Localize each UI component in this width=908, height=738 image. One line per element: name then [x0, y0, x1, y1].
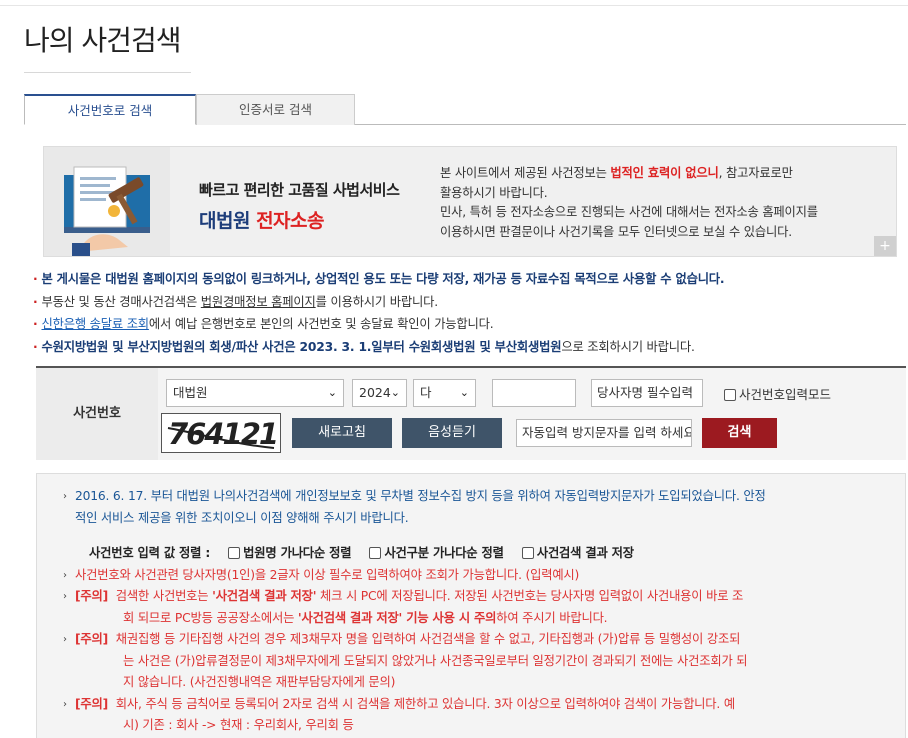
search-guide-content: › 2016. 6. 17. 부터 대법원 나의사건검색에 개인정보보호 및 무…: [63, 486, 875, 737]
guide-text: 적인 서비스 제공을 위한 조치이오니 이점 양해해 주시기 바랍니다.: [75, 510, 409, 525]
arrow-icon: ›: [63, 569, 67, 581]
notice-text: 민사, 특허 등 전자소송으로 진행되는 사건에 대해서는 전자소송 홈페이지를: [440, 205, 818, 219]
notice-text: , 참고자료로만: [718, 166, 793, 180]
notice-item: · 본 게시물은 대법원 홈페이지의 동의없이 링크하거나, 상업적인 용도 또는…: [33, 268, 903, 291]
sort-options: 사건번호 입력 값 정렬 : 법원명 가나다순 정렬 사건구분 가나다순 정렬 …: [75, 543, 875, 565]
banner-brand: 빠르고 편리한 고품질 사법서비스 대법원 전자소송: [199, 179, 400, 233]
guide-text: 2016. 6. 17. 부터 대법원 나의사건검색에 개인정보보호 및 무차별…: [75, 489, 766, 503]
captcha-refresh-button[interactable]: 새로고침: [292, 418, 392, 448]
notice-text: 에서 예납 은행번호로 본인의 사건번호 및 송달료 확인이 가능합니다.: [148, 317, 494, 331]
guide-text: 회 되므로 PC방등 공공장소에서는: [123, 610, 298, 625]
notice-rehab-court: 수원지방법원 및 부산지방법원의 회생/파산 사건은 2023. 3. 1.일부…: [41, 339, 562, 354]
notice-text: 으로 조회하시기 바랍니다.: [561, 339, 695, 354]
guide-text: 하여 주시기 바랍니다.: [496, 610, 608, 625]
captcha-image: 764121: [161, 413, 281, 453]
arrow-icon: ›: [63, 634, 67, 645]
notice-text: 부동산 및 동산 경매사건검색은: [41, 294, 201, 309]
shinhan-fee-link[interactable]: 신한은행 송달료 조회: [41, 317, 149, 331]
search-button[interactable]: 검색: [702, 418, 777, 448]
guide-text: 시) 기존 : 회사 -> 현재 : 우리회사, 우리회 등: [123, 718, 354, 732]
court-select[interactable]: 대법원 ⌄: [166, 379, 344, 407]
chevron-down-icon: ⌄: [327, 386, 337, 399]
checkbox-box[interactable]: [724, 389, 736, 401]
auction-site-link[interactable]: 법원경매정보 홈페이지: [201, 295, 316, 309]
sort-by-case-type-checkbox[interactable]: [369, 547, 382, 559]
captcha-input[interactable]: 자동입력 방지문자를 입력 하세요: [516, 419, 692, 447]
save-results-label: 사건검색 결과 저장: [536, 546, 634, 560]
arrow-icon: ›: [63, 491, 67, 502]
captcha-audio-button[interactable]: 음성듣기: [402, 418, 502, 448]
bullet-icon: ·: [33, 317, 38, 331]
top-divider: [0, 5, 908, 6]
court-select-value: 대법원: [173, 385, 208, 400]
guide-text: 체크 시 PC에 저장됩니다. 저장된 사건번호는 당사자명 입력없이 사건내용…: [316, 589, 744, 603]
notice-item: · 신한은행 송달료 조회에서 예납 은행번호로 본인의 사건번호 및 송달료 확…: [33, 313, 903, 336]
caution-save-results: › [주의] 검색한 사건번호는 '사건검색 결과 저장' 체크 시 PC에 저…: [63, 586, 875, 629]
caution-tag: [주의]: [75, 696, 109, 711]
guide-text: 검색한 사건번호는: [115, 589, 213, 603]
guide-emphasis: '사건검색 결과 저장': [212, 589, 317, 603]
caution-forbidden-words: › [주의] 회사, 주식 등 금칙어로 등록되어 2자로 검색 시 검색을 제…: [63, 694, 875, 737]
sort-by-court-checkbox[interactable]: [228, 547, 241, 559]
guide-text: 지 않습니다. (사건진행내역은 재판부담당자에게 문의): [123, 675, 396, 689]
guide-text: 회사, 주식 등 금칙어로 등록되어 2자로 검색 시 검색을 제한하고 있습니…: [115, 696, 735, 711]
bullet-icon: ·: [33, 339, 38, 354]
manual-entry-mode-label: 사건번호입력모드: [739, 387, 832, 402]
ecourt-banner[interactable]: 빠르고 편리한 고품질 사법서비스 대법원 전자소송 본 사이트에서 제공된 사…: [43, 146, 897, 257]
gavel-document-illustration: [44, 147, 170, 256]
banner-brand-part2: 전자소송: [256, 210, 324, 232]
tab-case-number[interactable]: 사건번호로 검색: [24, 94, 196, 125]
bullet-icon: ·: [33, 272, 38, 286]
party-name-input[interactable]: 당사자명 필수입력: [591, 379, 703, 407]
title-underline: [24, 72, 191, 73]
banner-legal-notice: 본 사이트에서 제공된 사건정보는 법적인 효력이 없으니, 참고자료로만 활용…: [440, 164, 880, 242]
case-search-form: 사건번호 대법원 ⌄ 2024 ⌄ 다 ⌄ 당사자명 필수입력 사건번호입력모드…: [36, 366, 906, 460]
sort-label: 사건번호 입력 값 정렬 :: [89, 546, 211, 560]
caution-garnishment: › [주의] 채권집행 등 기타집행 사건의 경우 제3채무자 명을 입력하여 …: [63, 629, 875, 694]
guide-emphasis: '사건검색 결과 저장' 기능 사용 시 주의: [297, 610, 497, 625]
page-title: 나의 사건검색: [24, 24, 181, 57]
banner-brand-part1: 대법원: [199, 210, 250, 232]
case-number-label: 사건번호: [36, 368, 158, 460]
case-type-select-value: 다: [420, 385, 432, 400]
guide-text: 채권집행 등 기타집행 사건의 경우 제3채무자 명을 입력하여 사건검색을 할…: [115, 632, 741, 646]
case-number-input[interactable]: [492, 379, 576, 407]
bullet-icon: ·: [33, 294, 38, 309]
notice-copyright: 본 게시물은 대법원 홈페이지의 동의없이 링크하거나, 상업적인 용도 또는 …: [41, 272, 725, 286]
manual-entry-mode-checkbox[interactable]: 사건번호입력모드: [724, 384, 831, 403]
notice-text: 본 사이트에서 제공된 사건정보는: [440, 166, 611, 180]
notice-item: · 수원지방법원 및 부산지방법원의 회생/파산 사건은 2023. 3. 1.일…: [33, 336, 903, 359]
caution-tag: [주의]: [75, 632, 109, 646]
search-tabs: 사건번호로 검색 인증서로 검색: [24, 94, 906, 125]
banner-tagline: 빠르고 편리한 고품질 사법서비스: [199, 181, 400, 199]
notice-list: · 본 게시물은 대법원 홈페이지의 동의없이 링크하거나, 상업적인 용도 또는…: [33, 268, 903, 358]
guide-text: 는 사건은 (가)압류결정문이 제3채무자에게 도달되지 않았거나 사건종국일로…: [123, 653, 748, 668]
banner-service-name: 대법원 전자소송: [199, 206, 399, 233]
notice-text: 이용하시면 판결문이나 사건기록을 모두 인터넷으로 보실 수 있습니다.: [440, 224, 792, 239]
notice-text: 활용하시기 바랍니다.: [440, 185, 548, 200]
guide-text: 사건번호와 사건관련 당사자명(1인)을 2글자 이상 필수로 입력하여야 조회…: [75, 567, 580, 582]
sort-by-case-type-label: 사건구분 가나다순 정렬: [384, 546, 504, 560]
year-select-value: 2024: [359, 385, 391, 400]
tab-certificate[interactable]: 인증서로 검색: [196, 94, 355, 125]
year-select[interactable]: 2024 ⌄: [352, 379, 407, 407]
save-results-checkbox[interactable]: [521, 547, 534, 559]
search-guide: › 2016. 6. 17. 부터 대법원 나의사건검색에 개인정보보호 및 무…: [36, 473, 906, 738]
sort-by-court-label: 법원명 가나다순 정렬: [243, 546, 352, 560]
chevron-down-icon: ⌄: [459, 386, 469, 399]
guide-party-required: › 사건번호와 사건관련 당사자명(1인)을 2글자 이상 필수로 입력하여야 …: [63, 565, 875, 587]
captcha-intro: › 2016. 6. 17. 부터 대법원 나의사건검색에 개인정보보호 및 무…: [63, 486, 875, 529]
arrow-icon: ›: [63, 591, 67, 602]
case-type-select[interactable]: 다 ⌄: [413, 379, 476, 407]
notice-emphasis: 법적인 효력이 없으니: [610, 166, 719, 180]
banner-more-button[interactable]: +: [874, 236, 896, 256]
caution-tag: [주의]: [75, 589, 109, 603]
notice-text: 를 이용하시기 바랍니다.: [315, 294, 438, 309]
arrow-icon: ›: [63, 698, 67, 710]
notice-item: · 부동산 및 동산 경매사건검색은 법원경매정보 홈페이지를 이용하시기 바랍니…: [33, 291, 903, 314]
chevron-down-icon: ⌄: [390, 386, 400, 399]
